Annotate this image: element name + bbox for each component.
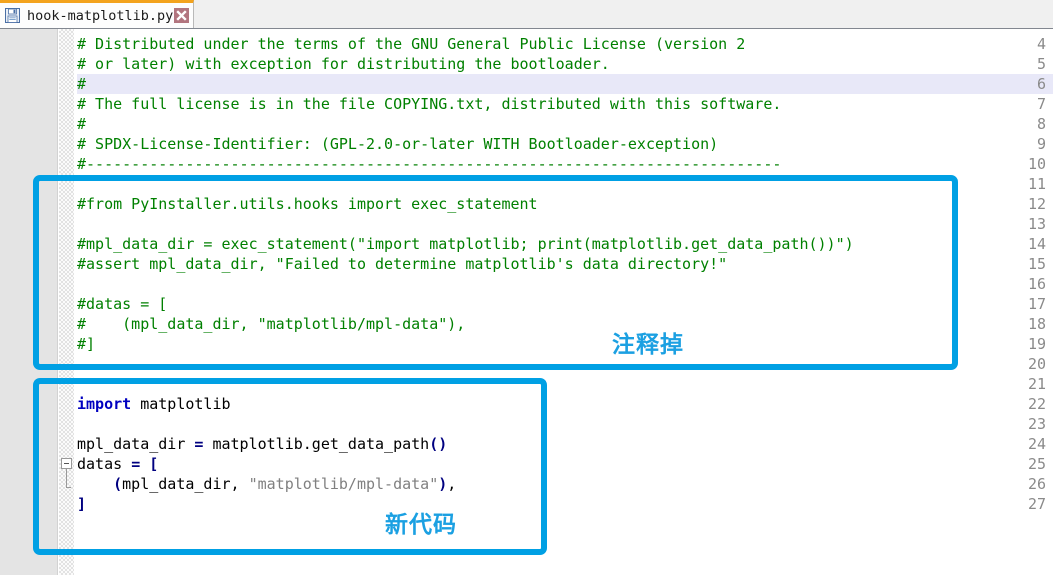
code-line-25: datas = [ [77, 454, 158, 474]
code-line-15: #assert mpl_data_dir, "Failed to determi… [77, 255, 728, 273]
line-number-22: 22 [1027, 395, 1046, 413]
line-number-10: 10 [1027, 155, 1046, 173]
line-number-13: 13 [1027, 215, 1046, 233]
code-line-14: #mpl_data_dir = exec_statement("import m… [77, 235, 854, 253]
line-number-6: 6 [1036, 75, 1046, 93]
code-line-24: mpl_data_dir = matplotlib.get_data_path(… [77, 434, 447, 454]
code-line-22: import matplotlib [77, 394, 231, 414]
line-number-16: 16 [1027, 275, 1046, 293]
line-number-20: 20 [1027, 355, 1046, 373]
code-line-10: #---------------------------------------… [77, 155, 782, 173]
token-var-datas: datas [77, 455, 132, 473]
token-assign-operator-2: = [131, 455, 141, 473]
line-number-19: 19 [1027, 335, 1046, 353]
code-line-26: (mpl_data_dir, "matplotlib/mpl-data"), [77, 474, 456, 494]
token-open-paren: ( [77, 475, 123, 493]
line-number-24: 24 [1027, 435, 1046, 453]
line-number-5: 5 [1036, 55, 1046, 73]
line-number-27: 27 [1027, 495, 1046, 513]
editor-tab-hook-matplotlib[interactable]: hook-matplotlib.py [0, 0, 195, 28]
line-number-26: 26 [1027, 475, 1046, 493]
token-open-bracket: [ [140, 455, 159, 473]
token-close-paren: ) [438, 475, 448, 493]
code-line-12: #from PyInstaller.utils.hooks import exe… [77, 195, 538, 213]
close-icon[interactable] [174, 8, 190, 23]
fold-guide-foot [66, 487, 71, 488]
code-line-7: # The full license is in the file COPYIN… [77, 95, 782, 113]
floppy-disk-icon [5, 8, 20, 23]
line-number-21: 21 [1027, 375, 1046, 393]
token-var-mpl-data-dir: mpl_data_dir [77, 435, 195, 453]
token-close-bracket: ] [77, 495, 87, 513]
code-line-17: #datas = [ [77, 295, 168, 313]
current-line-highlight [77, 74, 1053, 94]
line-number-7: 7 [1036, 95, 1046, 113]
collapse-fold-icon[interactable] [61, 458, 72, 469]
token-call-get-data-path: matplotlib.get_data_path [203, 435, 430, 453]
token-parens: () [429, 435, 448, 453]
code-line-18: # (mpl_data_dir, "matplotlib/mpl-data"), [77, 315, 466, 333]
token-keyword-import: import [77, 395, 132, 413]
code-editor[interactable]: 4 5 6 7 8 9 10 11 12 13 14 15 16 17 18 19 20 21 22 23 24 25 26… [0, 29, 1053, 575]
line-number-9: 9 [1036, 135, 1046, 153]
code-line-9: # SPDX-License-Identifier: (GPL-2.0-or-l… [77, 135, 719, 153]
code-line-27: ] [77, 494, 86, 514]
line-number-12: 12 [1027, 195, 1046, 213]
code-line-5: # or later) with exception for distribut… [77, 55, 610, 73]
code-line-4: # Distributed under the terms of the GNU… [77, 35, 746, 53]
line-number-11: 11 [1027, 175, 1046, 193]
line-number-4: 4 [1036, 35, 1046, 53]
token-arg-mpl-data-dir: mpl_data_dir, [122, 475, 249, 493]
line-number-14: 14 [1027, 235, 1046, 253]
line-number-25: 25 [1027, 455, 1046, 473]
annotation-label-new-code: 新代码 [385, 512, 457, 538]
token-string-mpl-data-path: "matplotlib/mpl-data" [248, 475, 439, 493]
token-comma: , [447, 475, 457, 493]
line-number-23: 23 [1027, 415, 1046, 433]
tab-bar: hook-matplotlib.py [0, 0, 1053, 29]
line-number-gutter [0, 29, 58, 575]
fold-guide-line [66, 469, 67, 487]
line-number-18: 18 [1027, 315, 1046, 333]
code-line-8: # [77, 115, 87, 133]
tab-label: hook-matplotlib.py [27, 7, 174, 24]
line-number-17: 17 [1027, 295, 1046, 313]
token-module-name: matplotlib [131, 395, 231, 413]
fold-margin[interactable] [59, 29, 74, 575]
annotation-label-commented-out: 注释掉 [612, 332, 684, 358]
code-line-19: #] [77, 335, 96, 353]
line-number-8: 8 [1036, 115, 1046, 133]
line-number-15: 15 [1027, 255, 1046, 273]
code-line-6: # [77, 75, 87, 93]
